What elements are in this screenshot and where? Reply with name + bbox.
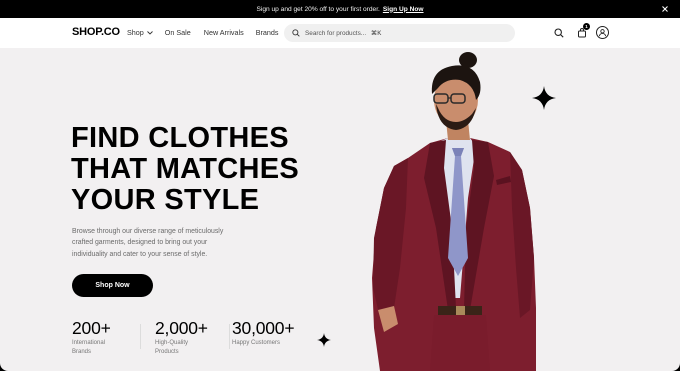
stat-divider xyxy=(229,324,230,349)
stat-value: 2,000+ xyxy=(155,318,208,338)
promo-text: Sign up and get 20% off to your first or… xyxy=(256,5,380,13)
cart-icon[interactable]: 1 xyxy=(575,23,590,40)
stat-divider xyxy=(140,324,141,349)
nav-links: Shop On Sale New Arrivals Brands xyxy=(127,28,279,37)
promo-bar: Sign up and get 20% off to your first or… xyxy=(0,0,680,18)
stat-label: Brands xyxy=(72,348,92,355)
sparkle-star-icon xyxy=(317,333,331,347)
stat-label: International xyxy=(72,340,106,346)
stat-value: 30,000+ xyxy=(232,318,295,338)
nav-new-arrivals[interactable]: New Arrivals xyxy=(204,28,244,37)
browser-frame: Sign up and get 20% off to your first or… xyxy=(0,0,680,371)
headline-line-2: THAT MATCHES xyxy=(71,153,300,185)
close-icon[interactable] xyxy=(660,4,670,14)
user-icon[interactable] xyxy=(596,26,609,39)
search-icon[interactable] xyxy=(552,26,566,40)
hero-section: FIND CLOTHES THAT MATCHES YOUR STYLE Bro… xyxy=(0,48,680,371)
nav-shop-label: Shop xyxy=(127,28,144,37)
search-shortcut: ⌘K xyxy=(371,29,382,37)
nav-brands[interactable]: Brands xyxy=(256,28,279,37)
hero-headline: FIND CLOTHES THAT MATCHES YOUR STYLE xyxy=(71,123,299,216)
stats-row: 200+ International Brands 2,000+ High-Qu… xyxy=(72,318,295,356)
search-icon xyxy=(292,29,300,37)
hero-description: Browse through our diverse range of meti… xyxy=(72,228,224,258)
stat-label: High-Quality xyxy=(155,340,189,346)
chevron-down-icon xyxy=(146,30,153,35)
nav-icons: 1 xyxy=(552,23,609,40)
logo[interactable]: SHOP.CO xyxy=(72,26,120,38)
headline-line-3: YOUR STYLE xyxy=(71,184,260,216)
page-window: SHOP.CO Shop On Sale New Arrivals Brands… xyxy=(0,18,680,371)
hero-model-image xyxy=(372,52,536,371)
cart-count-badge: 1 xyxy=(583,23,590,30)
top-navigation: SHOP.CO Shop On Sale New Arrivals Brands… xyxy=(0,18,680,48)
nav-on-sale[interactable]: On Sale xyxy=(165,28,191,37)
sign-up-link[interactable]: Sign Up Now xyxy=(383,6,424,13)
nav-shop[interactable]: Shop xyxy=(127,28,153,37)
shop-now-button[interactable]: Shop Now xyxy=(72,274,153,297)
stat-brands: 200+ International Brands xyxy=(72,318,141,356)
stat-value: 200+ xyxy=(72,318,111,338)
headline-line-1: FIND CLOTHES xyxy=(71,122,289,154)
search-bar: ⌘K xyxy=(284,24,515,42)
search-input[interactable] xyxy=(305,29,369,37)
stat-products: 2,000+ High-Quality Products xyxy=(141,318,218,356)
stat-label: Products xyxy=(155,348,179,355)
stat-label: Happy Customers xyxy=(232,340,281,346)
